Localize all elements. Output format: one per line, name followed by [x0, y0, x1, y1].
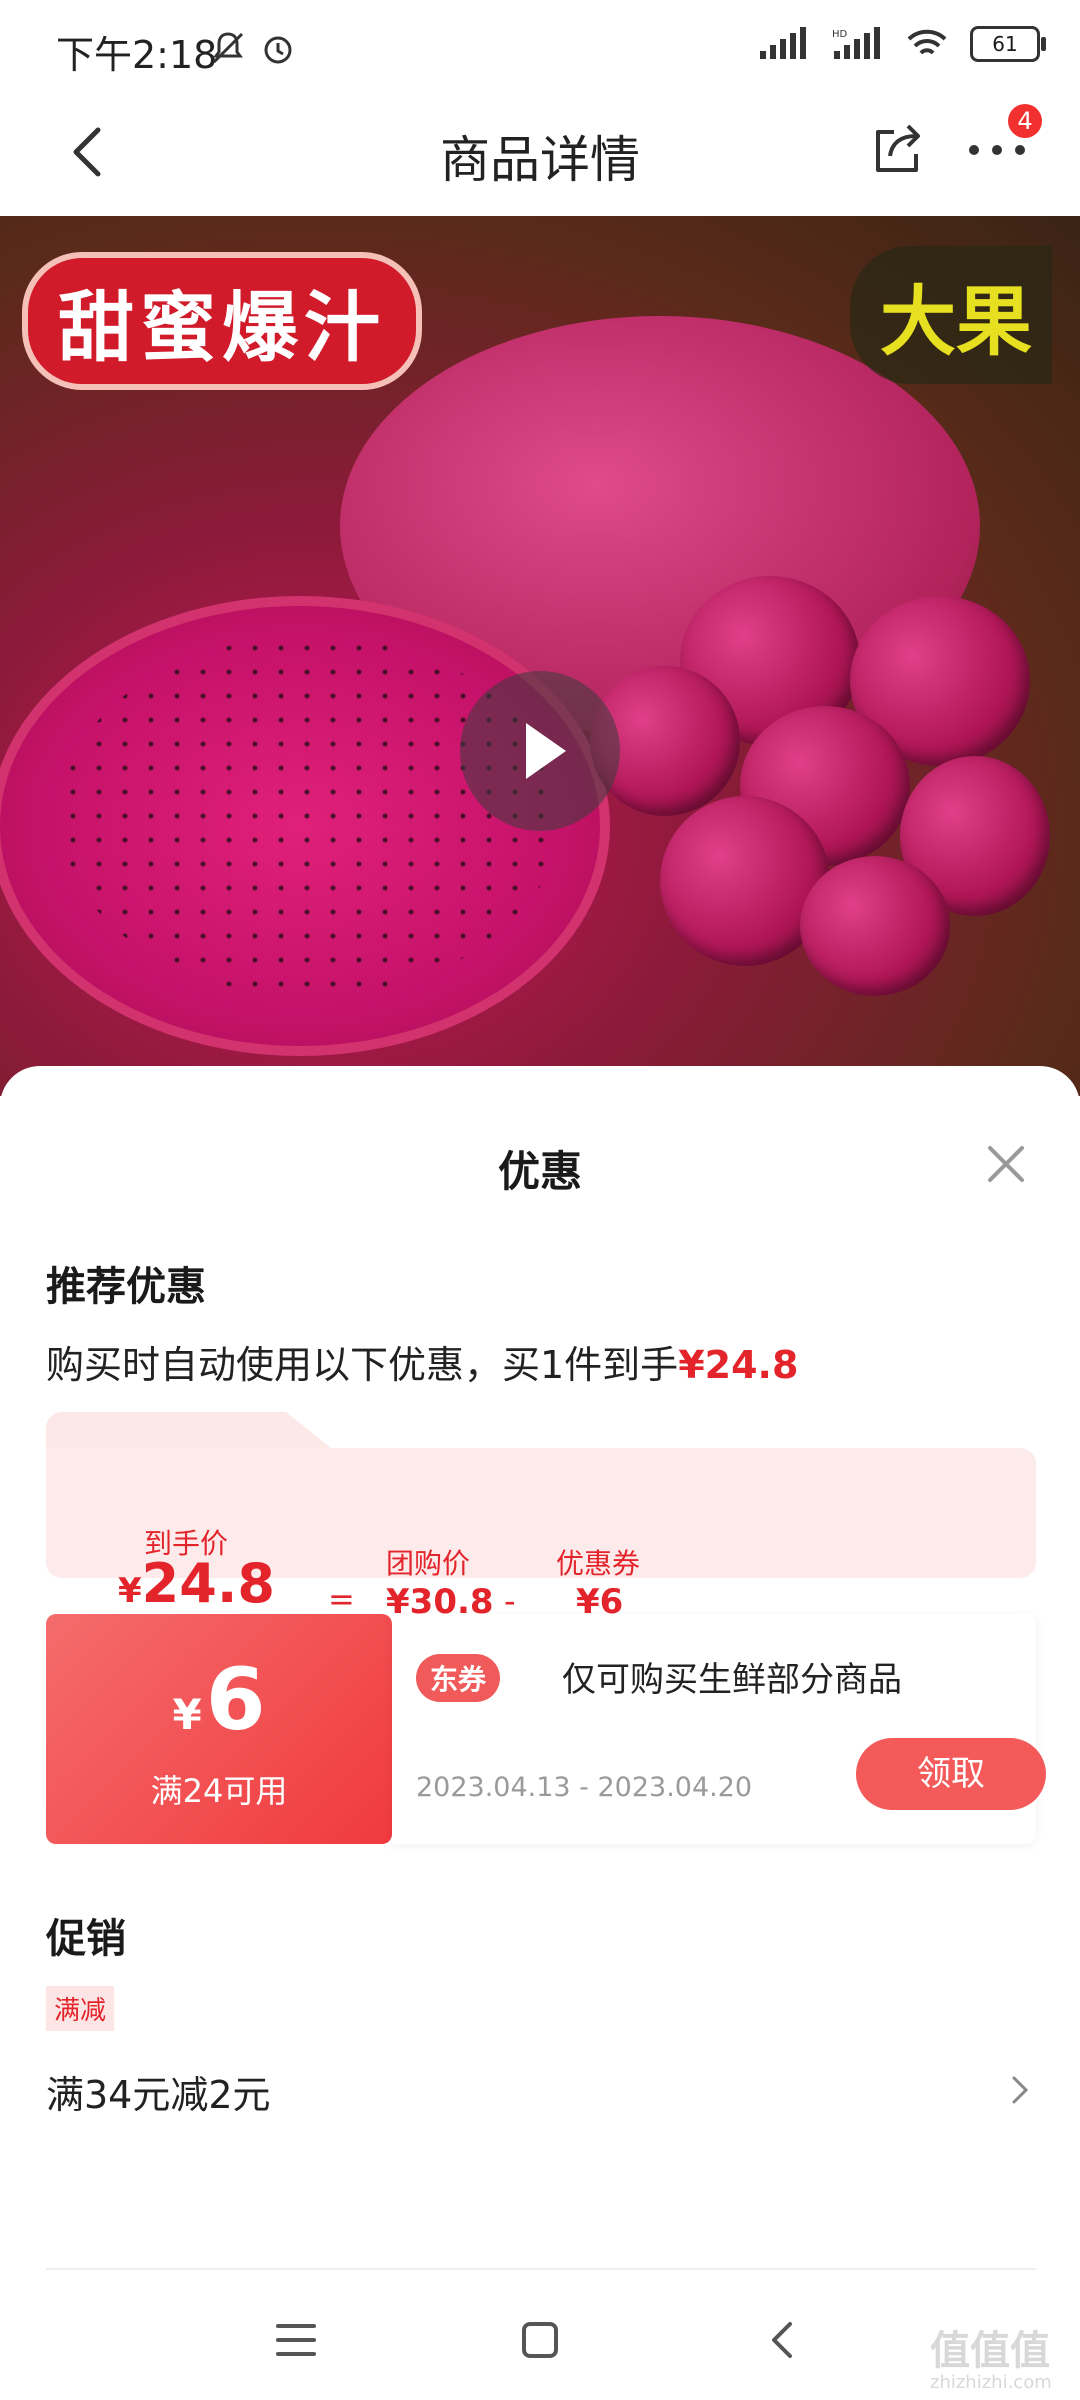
- alarm-icon: [264, 36, 292, 64]
- hero-label-big: 大果: [850, 246, 1052, 384]
- final-price: ¥24.8: [118, 1552, 275, 1615]
- status-time: 下午2:18: [56, 33, 218, 77]
- system-nav-bar: [0, 2290, 1080, 2400]
- home-icon[interactable]: [510, 2310, 570, 2370]
- status-left-icons: [210, 30, 296, 66]
- bottom-divider: [46, 2268, 1036, 2270]
- promotion-text: 满34元减2元: [46, 2073, 271, 2117]
- fruit-seeds: [60, 636, 560, 996]
- back-icon[interactable]: [754, 2310, 814, 2370]
- discount-sheet: 优惠 推荐优惠 购买时自动使用以下优惠，买1件到手¥24.8 到手价 ¥24.8…: [0, 1066, 1080, 2400]
- coupon-amount: ¥6: [46, 1650, 392, 1750]
- product-image[interactable]: 甜蜜爆汁 大果: [0, 216, 1080, 1096]
- chevron-right-icon: [1012, 2076, 1029, 2104]
- nav-bar: 商品详情 4: [0, 96, 1080, 216]
- status-bar: 下午2:18 HD 61: [0, 0, 1080, 96]
- coupon-info-panel: 东券 仅可购买生鲜部分商品 2023.04.13 - 2023.04.20 领取: [392, 1614, 1046, 1844]
- fruit-ball: [800, 856, 950, 996]
- coupon-value-panel: ¥6 满24可用: [46, 1614, 392, 1844]
- coupon-card: ¥6 满24可用 东券 仅可购买生鲜部分商品 2023.04.13 - 2023…: [46, 1614, 1046, 1844]
- coupon-description: 仅可购买生鲜部分商品: [562, 1660, 902, 1700]
- watermark-url: zhizhizhi.com: [930, 2372, 1052, 2393]
- claim-coupon-button[interactable]: 领取: [856, 1738, 1046, 1810]
- recommend-description: 购买时自动使用以下优惠，买1件到手¥24.8: [46, 1334, 798, 1389]
- group-price-label: 团购价: [386, 1547, 471, 1580]
- signal-icon: [760, 27, 806, 59]
- play-video-button[interactable]: [460, 671, 620, 831]
- coupon-type-tag: 东券: [416, 1654, 501, 1702]
- mute-bell-icon: [212, 32, 244, 64]
- recommend-desc-price: ¥24.8: [678, 1343, 799, 1387]
- menu-icon[interactable]: [266, 2310, 326, 2370]
- coupon-condition: 满24可用: [150, 1772, 288, 1810]
- notification-badge: 4: [1008, 104, 1042, 138]
- final-price-currency: ¥: [118, 1571, 142, 1611]
- coupon-validity-date: 2023.04.13 - 2023.04.20: [416, 1772, 753, 1803]
- promotion-item[interactable]: 满34元减2元: [46, 2056, 1036, 2126]
- equals-sign: =: [328, 1580, 355, 1618]
- promotion-tag: 满减: [46, 1986, 115, 2031]
- price-breakdown: 到手价 ¥24.8 = 团购价 ¥30.8 - 优惠券 ¥6: [46, 1412, 1036, 1642]
- final-price-value: 24.8: [141, 1552, 275, 1615]
- battery-icon: 61: [970, 26, 1046, 62]
- sheet-title: 优惠: [497, 1147, 582, 1196]
- status-right-icons: HD 61: [758, 26, 1046, 62]
- coupon-amount-value: 6: [205, 1650, 266, 1750]
- recommend-desc-text: 购买时自动使用以下优惠，买1件到手: [46, 1343, 679, 1387]
- recommend-section-title: 推荐优惠: [46, 1264, 206, 1310]
- hero-label-sweet: 甜蜜爆汁: [22, 252, 422, 390]
- coupon-price-label: 优惠券: [556, 1547, 641, 1580]
- svg-text:HD: HD: [832, 29, 848, 40]
- wifi-icon: [907, 29, 947, 55]
- close-icon[interactable]: [984, 1142, 1028, 1186]
- signal-hd-icon: HD: [832, 27, 880, 59]
- promotion-section-title: 促销: [46, 1916, 126, 1962]
- watermark-logo: 值值值: [930, 2328, 1050, 2374]
- share-icon[interactable]: [868, 118, 928, 178]
- coupon-currency: ¥: [172, 1690, 202, 1739]
